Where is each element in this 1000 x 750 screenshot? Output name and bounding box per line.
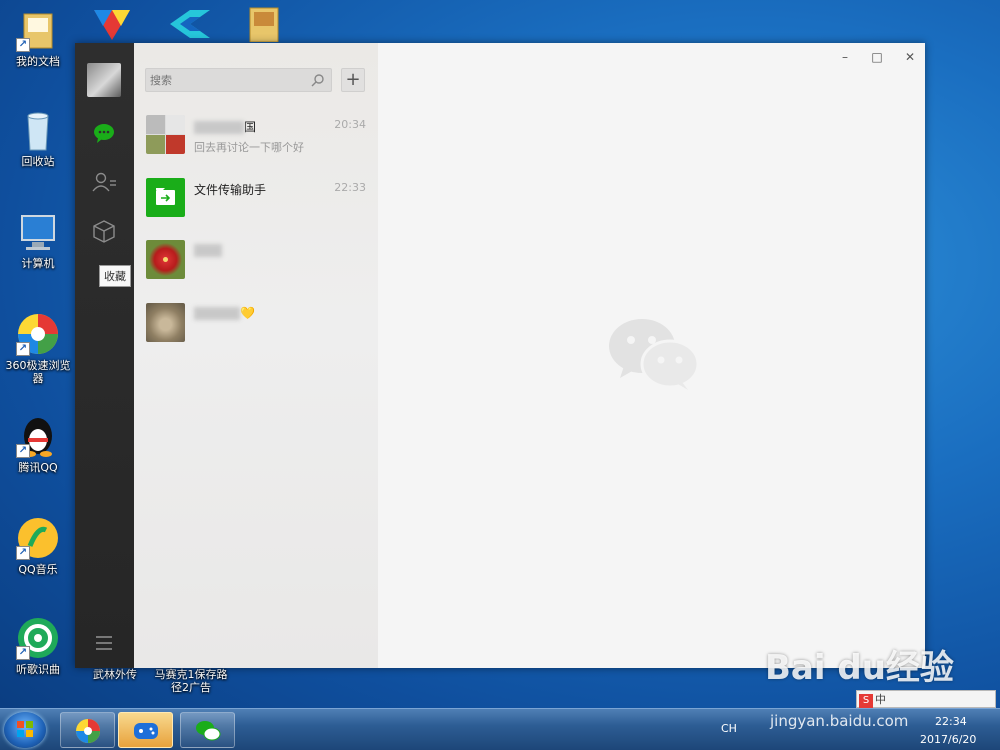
browser-icon: ↗ (16, 312, 60, 356)
desktop-icon-song-recognition[interactable]: ↗ 听歌识曲 (3, 616, 73, 676)
minimize-button[interactable]: – (834, 49, 856, 65)
chat-icon[interactable] (91, 120, 117, 146)
ime-mode[interactable]: 中 (875, 693, 886, 706)
desktop-icon-my-documents[interactable]: ↗ 我的文档 (3, 8, 73, 68)
chat-name: 国 (194, 118, 256, 135)
desktop-icon-label: 回收站 (21, 155, 55, 168)
qq-music-icon: ↗ (16, 516, 60, 560)
folder-icon: ↗ (16, 8, 60, 52)
desktop-icon-qq-music[interactable]: ↗ QQ音乐 (3, 516, 73, 576)
close-button[interactable]: ✕ (899, 49, 921, 65)
start-button[interactable] (4, 712, 46, 748)
baidu-watermark-url: jingyan.baidu.com (770, 712, 909, 730)
chat-name-suffix: 国 (244, 120, 257, 134)
maximize-button[interactable]: □ (866, 49, 888, 65)
cat-avatar (146, 303, 185, 342)
add-button[interactable]: + (341, 68, 365, 92)
desktop-icon-qq[interactable]: ↗ 腾讯QQ (3, 414, 73, 474)
chat-list-panel: + 国 20:34 回去再讨论一下哪个好 文件传输助手 22:33 💛 (134, 43, 378, 668)
chat-list-item[interactable] (134, 231, 378, 293)
chat-main-area: – □ ✕ (378, 43, 925, 668)
desktop-icon-label: 我的文档 (16, 55, 60, 68)
chat-time: 20:34 (334, 118, 366, 131)
desktop-icon-recycle-bin[interactable]: 回收站 (3, 108, 73, 168)
computer-icon (16, 210, 60, 254)
desktop-icon-label: 360极速浏览器 (5, 359, 71, 385)
redacted-text (194, 307, 240, 320)
chat-time: 22:33 (334, 181, 366, 194)
app-store-icon[interactable] (88, 6, 136, 42)
wechat-logo-icon (609, 319, 700, 390)
desktop-icon-label: 听歌识曲 (16, 663, 60, 676)
desktop-icon-wulin[interactable]: 武林外传 (80, 668, 150, 681)
desktop-icon-label: QQ音乐 (18, 563, 58, 576)
search-box[interactable] (145, 68, 332, 92)
qq-penguin-icon: ↗ (16, 414, 60, 458)
shortcut-arrow-icon: ↗ (16, 342, 30, 356)
shortcut-arrow-icon: ↗ (16, 444, 30, 458)
clock-time[interactable]: 22:34 (935, 715, 967, 728)
folder-icon[interactable] (240, 6, 288, 43)
favorites-tooltip: 收藏 (99, 265, 131, 287)
chat-name: 💛 (194, 306, 255, 320)
wechat-nav-bar: 收藏 (75, 43, 134, 668)
redacted-text (194, 244, 222, 257)
desktop-icon-computer[interactable]: 计算机 (3, 210, 73, 270)
chat-preview: 回去再讨论一下哪个好 (194, 141, 304, 154)
contacts-icon[interactable] (91, 169, 117, 195)
shortcut-arrow-icon: ↗ (16, 38, 30, 52)
chat-name (194, 243, 222, 257)
desktop-icon-mosaic-folder[interactable]: 马赛克1保存路径2广告 (151, 668, 231, 694)
desktop-icon-label: 武林外传 (93, 668, 137, 681)
sogou-icon: S (859, 694, 873, 708)
avatar[interactable] (87, 63, 121, 97)
group-avatar (146, 115, 185, 154)
ime-toolbar[interactable]: S中 (856, 690, 996, 708)
arrow-app-icon[interactable] (166, 6, 214, 42)
shortcut-arrow-icon: ↗ (16, 546, 30, 560)
desktop-icon-label: 腾讯QQ (18, 461, 58, 474)
file-transfer-avatar (146, 178, 185, 217)
flower-avatar (146, 240, 185, 279)
chat-name: 文件传输助手 (194, 183, 267, 197)
desktop-icon-label: 计算机 (21, 257, 55, 270)
search-input[interactable] (150, 72, 305, 88)
wechat-window: 收藏 + 国 20:34 回去再讨论一下哪个好 文件传输助手 22:33 (75, 43, 925, 668)
taskbar-wechat-button[interactable] (180, 712, 235, 748)
redacted-text (194, 121, 244, 134)
chat-list-item[interactable]: 国 20:34 回去再讨论一下哪个好 (134, 106, 378, 168)
chat-list-item[interactable]: 文件传输助手 22:33 (134, 169, 378, 231)
taskbar-game-button[interactable] (118, 712, 173, 748)
favorites-cube-icon[interactable] (91, 218, 117, 244)
desktop-icon-360-browser[interactable]: ↗ 360极速浏览器 (3, 312, 73, 385)
baidu-watermark: Bai du经验 (765, 648, 954, 688)
song-recognition-icon: ↗ (16, 616, 60, 660)
desktop-icon-label: 马赛克1保存路径2广告 (154, 668, 228, 694)
taskbar-browser-button[interactable] (60, 712, 115, 748)
menu-icon[interactable] (91, 630, 117, 656)
chat-list-item[interactable]: 💛 (134, 294, 378, 356)
recycle-bin-icon (16, 108, 60, 152)
clock-date[interactable]: 2017/6/20 (920, 733, 976, 746)
language-indicator[interactable]: CH (721, 722, 737, 735)
search-icon[interactable] (311, 73, 325, 87)
shortcut-arrow-icon: ↗ (16, 646, 30, 660)
heart-emoji: 💛 (240, 306, 255, 320)
